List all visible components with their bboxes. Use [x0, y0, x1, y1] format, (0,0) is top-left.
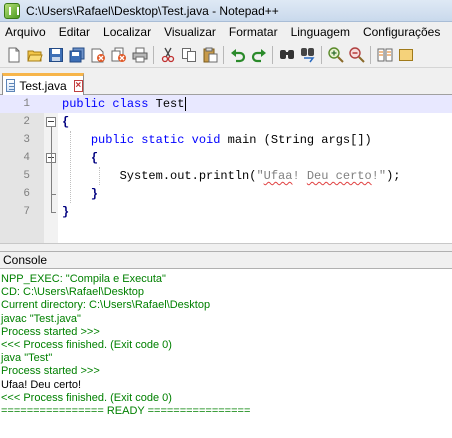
statement-end: );	[386, 169, 401, 183]
fold-guide-end	[51, 194, 56, 195]
console-line: NPP_EXEC: "Compila e Executa"	[1, 273, 166, 285]
cut-icon[interactable]	[160, 47, 176, 63]
replace-icon[interactable]	[300, 47, 316, 63]
paste-icon[interactable]	[202, 47, 218, 63]
console-line: java "Test"	[1, 352, 53, 365]
console-line: <<< Process finished. (Exit code 0)	[1, 391, 172, 404]
brace: {	[90, 151, 99, 165]
notepadpp-window: C:\Users\Rafael\Desktop\Test.java - Note…	[0, 0, 452, 438]
line-number: 1	[23, 98, 30, 110]
menu-bar: Arquivo Editar Localizar Visualizar Form…	[0, 22, 452, 42]
menu-linguagem[interactable]: Linguagem	[285, 22, 357, 42]
code-line[interactable]: 5 System.out.println("Ufaa! Deu certo!")…	[0, 167, 452, 185]
string-literal: Deu certo	[306, 169, 372, 183]
title-bar[interactable]: C:\Users\Rafael\Desktop\Test.java - Note…	[0, 0, 452, 22]
string-literal: "	[256, 169, 264, 183]
method-signature: main (	[220, 133, 271, 147]
string-literal: !	[292, 169, 307, 183]
console-header: Console	[0, 251, 452, 269]
new-file-icon[interactable]	[6, 47, 22, 63]
toolbar-separator	[321, 45, 322, 64]
console-line: Ufaa! Deu certo!	[1, 378, 82, 391]
console-title: Console	[3, 253, 48, 267]
console-line: Process started >>>	[1, 365, 100, 378]
brace: }	[62, 205, 70, 219]
keyword: public	[90, 133, 135, 147]
toolbar-separator	[223, 45, 224, 64]
brace: }	[90, 187, 99, 201]
menu-arquivo[interactable]: Arquivo	[0, 22, 53, 42]
method-call: System.out.println(	[119, 169, 257, 183]
close-icon[interactable]	[90, 47, 106, 63]
tab-close-icon[interactable]: ×	[73, 79, 83, 92]
close-all-icon[interactable]	[111, 47, 127, 63]
code-line[interactable]: 1 public class Test	[0, 95, 452, 113]
sync-scroll-icon[interactable]	[377, 47, 393, 63]
console-output[interactable]: NPP_EXEC: "Compila e Executa" CD: C:\Use…	[0, 269, 452, 438]
code-line[interactable]: 6 }	[0, 185, 452, 203]
line-number: 3	[23, 134, 30, 146]
save-icon[interactable]	[48, 47, 64, 63]
line-number: 4	[23, 152, 30, 164]
menu-editar[interactable]: Editar	[53, 22, 97, 42]
fold-guide-inner	[51, 163, 52, 195]
type-name: String	[270, 133, 315, 147]
class-name: Test	[148, 97, 185, 111]
panel-splitter[interactable]	[0, 243, 452, 251]
console-line: <<< Process finished. (Exit code 0)	[1, 339, 172, 352]
menu-configuracoes[interactable]: Configurações	[357, 22, 447, 42]
open-file-icon[interactable]	[27, 47, 43, 63]
method-args: args[])	[314, 133, 372, 147]
keyword: static	[141, 133, 185, 147]
code-line[interactable]: 2 {	[0, 113, 452, 131]
menu-formatar[interactable]: Formatar	[223, 22, 285, 42]
undo-icon[interactable]	[230, 47, 246, 63]
brace: {	[62, 115, 70, 129]
notepadpp-app-icon[interactable]	[4, 2, 20, 19]
tab-test-java[interactable]: Test.java ×	[2, 73, 84, 95]
console-line: Current directory: C:\Users\Rafael\Deskt…	[1, 299, 211, 312]
text-caret	[185, 96, 187, 111]
fold-collapse-icon[interactable]	[46, 117, 56, 127]
keyword: public	[62, 97, 106, 111]
zoom-out-icon[interactable]	[349, 46, 365, 63]
window-title: C:\Users\Rafael\Desktop\Test.java - Note…	[26, 3, 279, 18]
menu-localizar[interactable]: Localizar	[97, 22, 158, 42]
indent-guide	[99, 167, 100, 185]
copy-icon[interactable]	[181, 47, 197, 63]
wrap-icon[interactable]	[398, 47, 414, 63]
line-number: 2	[23, 116, 30, 128]
console-line: ================ READY ================	[1, 405, 251, 418]
keyword: class	[112, 97, 149, 111]
code-line[interactable]: 7 }	[0, 203, 452, 221]
keyword: void	[191, 133, 221, 147]
toolbar-separator	[370, 45, 371, 64]
toolbar-separator	[153, 45, 154, 64]
print-icon[interactable]	[132, 47, 148, 63]
code-line[interactable]: 4 {	[0, 149, 452, 167]
console-line: javac "Test.java"	[1, 312, 81, 325]
line-number: 6	[23, 188, 30, 200]
line-number: 5	[23, 170, 30, 182]
indent-guide	[70, 131, 71, 203]
console-line: Process started >>>	[1, 325, 100, 338]
document-icon	[6, 79, 16, 92]
fold-guide-end	[51, 212, 56, 213]
code-editor[interactable]: 1 public class Test 2 { 3 public static …	[0, 95, 452, 243]
string-literal: Ufaa	[263, 169, 293, 183]
toolbar-separator	[272, 45, 273, 64]
menu-visualizar[interactable]: Visualizar	[158, 22, 223, 42]
string-literal: !"	[371, 169, 387, 183]
line-number: 7	[23, 206, 30, 218]
console-line: CD: C:\Users\Rafael\Desktop	[1, 286, 145, 299]
tab-bar: Test.java ×	[0, 68, 452, 95]
find-icon[interactable]	[279, 47, 295, 63]
toolbar	[0, 42, 452, 68]
code-line[interactable]: 3 public static void main (String args[]…	[0, 131, 452, 149]
redo-icon[interactable]	[251, 47, 267, 63]
save-all-icon[interactable]	[69, 47, 85, 63]
zoom-in-icon[interactable]	[328, 46, 344, 63]
tab-label: Test.java	[19, 78, 67, 93]
